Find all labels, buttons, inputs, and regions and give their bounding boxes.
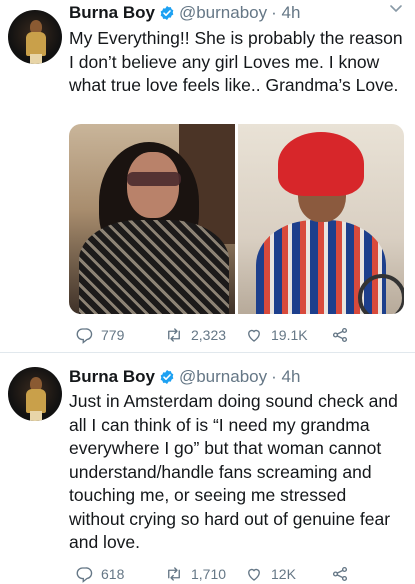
reply-icon: [76, 328, 93, 344]
author-handle[interactable]: @burnaboy: [179, 3, 267, 23]
author-name[interactable]: Burna Boy: [69, 367, 155, 387]
reply-count: 779: [101, 327, 125, 343]
tweet-header: Burna Boy @burnaboy · 4h: [69, 2, 300, 24]
tweet-media[interactable]: [69, 124, 404, 314]
author-handle[interactable]: @burnaboy: [179, 367, 267, 387]
media-photo-1[interactable]: [69, 124, 235, 314]
avatar[interactable]: [8, 10, 62, 64]
share-icon: [332, 566, 348, 582]
avatar-figure-body: [26, 389, 46, 413]
share-button[interactable]: [331, 325, 349, 345]
like-icon: [248, 329, 260, 342]
avatar[interactable]: [8, 367, 62, 421]
share-button[interactable]: [331, 564, 349, 584]
avatar-figure-legs: [30, 54, 42, 64]
tweet-header: Burna Boy @burnaboy · 4h: [69, 366, 300, 388]
retweet-icon: [168, 328, 180, 342]
tweet-time: · 4h: [271, 3, 301, 22]
retweet-count: 2,323: [191, 327, 227, 343]
chevron-down-icon[interactable]: [389, 4, 403, 14]
tweet-actions: 779 2,323 19.1K: [69, 325, 399, 345]
retweet-icon: [168, 567, 180, 581]
like-button[interactable]: 19.1K: [245, 325, 308, 345]
like-icon: [248, 568, 260, 581]
reply-button[interactable]: 618: [75, 564, 124, 584]
reply-button[interactable]: 779: [75, 325, 124, 345]
share-icon: [332, 327, 348, 343]
verified-badge-icon: [160, 370, 174, 384]
avatar-figure-legs: [30, 411, 42, 421]
avatar-figure-body: [26, 32, 46, 56]
like-count: 19.1K: [271, 327, 308, 343]
retweet-button[interactable]: 2,323: [165, 325, 226, 345]
like-button[interactable]: 12K: [245, 564, 296, 584]
reply-count: 618: [101, 566, 125, 582]
retweet-button[interactable]: 1,710: [165, 564, 226, 584]
media-photo-2[interactable]: [238, 124, 404, 314]
retweet-count: 1,710: [191, 566, 227, 582]
author-name[interactable]: Burna Boy: [69, 3, 155, 23]
tweet-actions: 618 1,710 12K: [69, 564, 399, 584]
tweet-time: · 4h: [271, 367, 301, 386]
tweet-1[interactable]: Burna Boy @burnaboy · 4h My Everything!!…: [0, 0, 415, 352]
tweet-2[interactable]: Burna Boy @burnaboy · 4h Just in Amsterd…: [0, 353, 415, 584]
like-count: 12K: [271, 566, 296, 582]
tweet-text: My Everything!! She is probably the reas…: [69, 28, 403, 95]
tweet-text: Just in Amsterdam doing sound check and …: [69, 391, 398, 552]
reply-icon: [76, 567, 93, 583]
verified-badge-icon: [160, 6, 174, 20]
